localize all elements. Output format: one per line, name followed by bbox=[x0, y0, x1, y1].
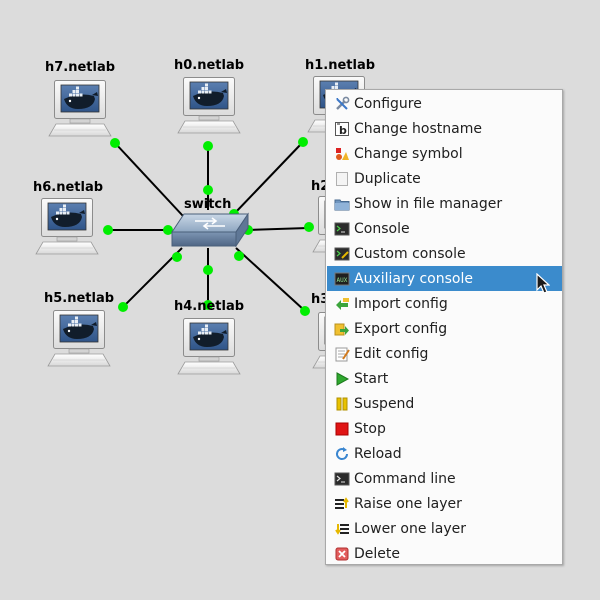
link-h1[interactable] bbox=[233, 142, 303, 215]
port-dot bbox=[172, 252, 182, 262]
menu-item-raise-one-layer[interactable]: Raise one layer bbox=[327, 491, 562, 516]
port-dot bbox=[304, 222, 314, 232]
node-label: h1.netlab bbox=[305, 58, 375, 73]
menu-item-label: Edit config bbox=[354, 345, 429, 362]
export-icon bbox=[334, 321, 350, 337]
menu-item-label: Console bbox=[354, 220, 410, 237]
ethernet-switch-icon bbox=[171, 212, 249, 248]
menu-item-label: Configure bbox=[354, 95, 422, 112]
link-h3[interactable] bbox=[235, 247, 305, 311]
menu-item-console[interactable]: Console bbox=[327, 216, 562, 241]
menu-item-reload[interactable]: Reload bbox=[327, 441, 562, 466]
menu-item-label: Duplicate bbox=[354, 170, 421, 187]
port-dot bbox=[103, 225, 113, 235]
docker-host-icon bbox=[35, 198, 99, 255]
node-label: switch bbox=[184, 197, 231, 212]
menu-item-duplicate[interactable]: Duplicate bbox=[327, 166, 562, 191]
host-node-h5[interactable]: h5.netlab bbox=[44, 291, 114, 367]
menu-item-label: Stop bbox=[354, 420, 386, 437]
delete-icon bbox=[334, 546, 350, 562]
pause-icon bbox=[334, 396, 350, 412]
terminal-edit-icon bbox=[334, 246, 350, 262]
svg-text:b: b bbox=[339, 124, 347, 137]
link-h2[interactable] bbox=[245, 227, 309, 231]
menu-item-label: Export config bbox=[354, 320, 448, 337]
stop-icon bbox=[334, 421, 350, 437]
node-context-menu: Configure b Change hostname Change symbo… bbox=[325, 89, 563, 565]
menu-item-lower-one-layer[interactable]: Lower one layer bbox=[327, 516, 562, 541]
edit-notepad-icon bbox=[334, 346, 350, 362]
menu-item-edit-config[interactable]: Edit config bbox=[327, 341, 562, 366]
port-dot bbox=[203, 265, 213, 275]
menu-item-label: Show in file manager bbox=[354, 195, 503, 212]
link-h7[interactable] bbox=[114, 142, 184, 217]
symbol-shapes-icon bbox=[334, 146, 350, 162]
menu-item-label: Raise one layer bbox=[354, 495, 462, 512]
terminal-icon bbox=[334, 221, 350, 237]
raise-layer-icon bbox=[334, 496, 350, 512]
menu-item-change-hostname[interactable]: b Change hostname bbox=[327, 116, 562, 141]
menu-item-label: Delete bbox=[354, 545, 400, 562]
menu-item-export-config[interactable]: Export config bbox=[327, 316, 562, 341]
menu-item-label: Change symbol bbox=[354, 145, 463, 162]
node-label: h6.netlab bbox=[33, 180, 103, 195]
reload-icon bbox=[334, 446, 350, 462]
node-label: h5.netlab bbox=[44, 291, 114, 306]
menu-item-label: Lower one layer bbox=[354, 520, 467, 537]
menu-item-label: Command line bbox=[354, 470, 456, 487]
port-dot bbox=[300, 306, 310, 316]
port-dot bbox=[118, 302, 128, 312]
docker-host-icon bbox=[47, 310, 111, 367]
menu-item-label: Suspend bbox=[354, 395, 415, 412]
port-dot bbox=[203, 141, 213, 151]
aux-terminal-icon: AUX bbox=[334, 271, 350, 287]
play-icon bbox=[334, 371, 350, 387]
host-node-h6[interactable]: h6.netlab bbox=[33, 180, 103, 255]
menu-item-label: Reload bbox=[354, 445, 402, 462]
port-dot bbox=[203, 185, 213, 195]
rename-b-icon: b bbox=[334, 121, 350, 137]
menu-item-label: Start bbox=[354, 370, 389, 387]
menu-item-label: Import config bbox=[354, 295, 448, 312]
switch-node[interactable]: switch bbox=[171, 197, 249, 248]
wrench-screwdriver-icon bbox=[334, 96, 350, 112]
port-dot bbox=[234, 251, 244, 261]
folder-icon bbox=[334, 196, 350, 212]
menu-item-delete[interactable]: Delete bbox=[327, 541, 562, 566]
menu-item-label: Change hostname bbox=[354, 120, 482, 137]
port-dot bbox=[110, 138, 120, 148]
docker-host-icon bbox=[177, 318, 241, 375]
menu-item-start[interactable]: Start bbox=[327, 366, 562, 391]
host-node-h0[interactable]: h0.netlab bbox=[174, 58, 244, 134]
menu-item-command-line[interactable]: Command line bbox=[327, 466, 562, 491]
menu-item-configure[interactable]: Configure bbox=[327, 91, 562, 116]
docker-host-icon bbox=[48, 80, 112, 137]
menu-item-change-symbol[interactable]: Change symbol bbox=[327, 141, 562, 166]
node-label: h0.netlab bbox=[174, 58, 244, 73]
command-line-icon bbox=[334, 471, 350, 487]
node-label: h4.netlab bbox=[174, 299, 244, 314]
menu-item-custom-console[interactable]: Custom console bbox=[327, 241, 562, 266]
menu-item-show-in-file-manager[interactable]: Show in file manager bbox=[327, 191, 562, 216]
lower-layer-icon bbox=[334, 521, 350, 537]
host-node-h7[interactable]: h7.netlab bbox=[45, 60, 115, 137]
menu-item-import-config[interactable]: Import config bbox=[327, 291, 562, 316]
docker-host-icon bbox=[177, 77, 241, 134]
menu-item-auxiliary-console[interactable]: AUX Auxiliary console bbox=[327, 266, 562, 291]
mouse-pointer-icon bbox=[536, 273, 550, 294]
node-label: h7.netlab bbox=[45, 60, 115, 75]
svg-text:AUX: AUX bbox=[337, 277, 348, 284]
host-node-h4[interactable]: h4.netlab bbox=[174, 299, 244, 375]
port-dot bbox=[298, 137, 308, 147]
menu-item-suspend[interactable]: Suspend bbox=[327, 391, 562, 416]
menu-item-label: Custom console bbox=[354, 245, 466, 262]
menu-item-stop[interactable]: Stop bbox=[327, 416, 562, 441]
duplicate-page-icon bbox=[334, 171, 350, 187]
import-icon bbox=[334, 296, 350, 312]
menu-item-label: Auxiliary console bbox=[354, 270, 473, 287]
